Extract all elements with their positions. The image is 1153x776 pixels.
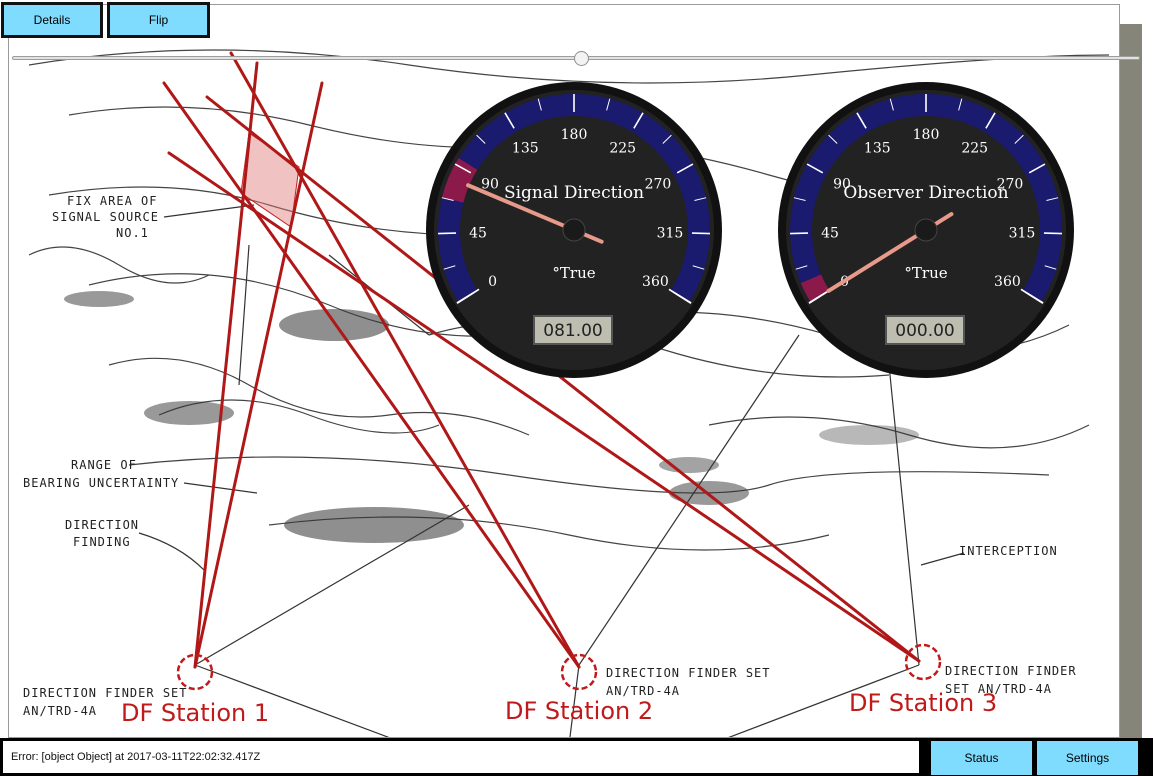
station-names: DF Station 1 DF Station 2 DF Station 3 (121, 689, 997, 727)
label-range-line2: BEARING UNCERTAINTY (23, 476, 179, 490)
gauge-readout-value: 000.00 (895, 321, 954, 341)
signal-direction-gauge: 04590135180225270315360Signal Direction°… (426, 82, 722, 378)
gauge-tick-label: 315 (657, 226, 684, 242)
observer-direction-gauge: 04590135180225270315360Observer Directio… (778, 82, 1074, 378)
gauge-title: Observer Direction (843, 183, 1008, 203)
flip-button[interactable]: Flip (107, 2, 210, 38)
gauge-tick-label: 315 (1009, 226, 1036, 242)
label-interception: INTERCEPTION (959, 544, 1058, 558)
map-panel-shadow (1118, 24, 1142, 738)
label-df-line1: DIRECTION (65, 518, 139, 532)
station-name-2: DF Station 2 (505, 697, 653, 725)
label-df-line2: FINDING (73, 535, 131, 549)
status-bar: Error: [object Object] at 2017-03-11T22:… (0, 738, 1153, 776)
gauge-tick-label: 135 (864, 140, 891, 156)
label-set2-line1: DIRECTION FINDER SET (606, 666, 771, 680)
gauge-tick-label: 45 (469, 226, 487, 242)
gauge-unit: °True (552, 264, 595, 282)
gauge-tick-label: 225 (961, 140, 988, 156)
label-set3-line1: DIRECTION FINDER (945, 664, 1077, 678)
details-button[interactable]: Details (1, 2, 103, 38)
label-set2-line2: AN/TRD-4A (606, 684, 680, 698)
gauge-tick-label: 360 (994, 274, 1021, 290)
label-set1-line1: DIRECTION FINDER SET (23, 686, 188, 700)
station-name-1: DF Station 1 (121, 699, 269, 727)
gauge-tick-label: 225 (609, 140, 636, 156)
gauge-unit: °True (904, 264, 947, 282)
gauge-readout-value: 081.00 (543, 321, 602, 341)
station-name-3: DF Station 3 (849, 689, 997, 717)
station-marker-3 (904, 643, 942, 681)
gauge-hub (562, 218, 586, 242)
gauge-tick-label: 180 (561, 127, 588, 143)
gauge-tick-label: 270 (645, 176, 672, 192)
error-message: Error: [object Object] at 2017-03-11T22:… (3, 741, 919, 773)
label-fix-area-line1: FIX AREA OF (67, 194, 157, 208)
gauge-title: Signal Direction (504, 183, 644, 203)
gauge-tick-label: 360 (642, 274, 669, 290)
gauge-tick-label: 180 (913, 127, 940, 143)
label-range-line1: RANGE OF (71, 458, 137, 472)
station-marker-2 (560, 653, 598, 691)
gauge-tick-label: 45 (821, 226, 839, 242)
label-fix-area-line2: SIGNAL SOURCE (52, 210, 159, 224)
status-button[interactable]: Status (931, 741, 1032, 775)
settings-button[interactable]: Settings (1037, 741, 1138, 775)
station-markers (176, 643, 942, 691)
label-fix-area-line3: NO.1 (116, 226, 149, 240)
gauge-tick-label: 0 (488, 274, 497, 290)
gauge-hub (914, 218, 938, 242)
label-set1-line2: AN/TRD-4A (23, 704, 97, 718)
gauge-tick-label: 135 (512, 140, 539, 156)
